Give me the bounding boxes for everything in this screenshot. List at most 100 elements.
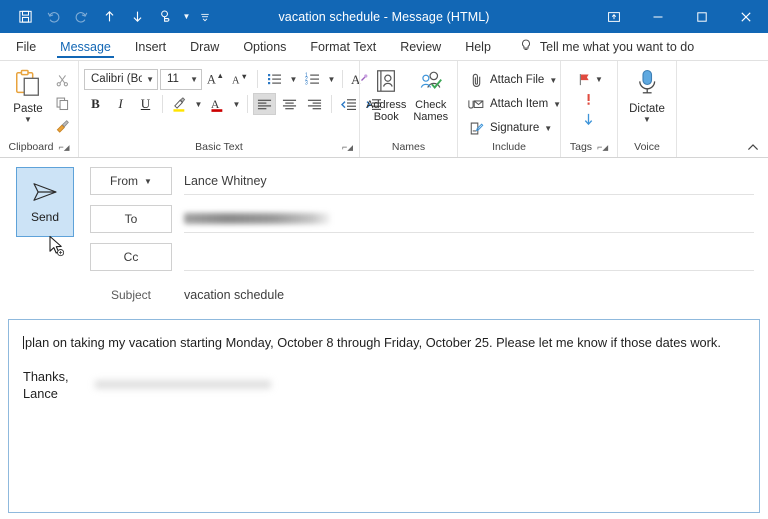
address-book-button[interactable]: Address Book xyxy=(365,65,408,123)
customize-quick-access-toolbar-icon[interactable] xyxy=(195,5,215,29)
from-value[interactable]: Lance Whitney xyxy=(184,167,754,195)
font-name-combobox[interactable]: Calibri (Bo ▼ xyxy=(84,68,158,90)
ribbon-display-options-icon[interactable] xyxy=(592,0,636,33)
tab-message[interactable]: Message xyxy=(48,33,123,60)
tab-format-text[interactable]: Format Text xyxy=(298,33,388,60)
body-paragraph-1-text: plan on taking my vacation starting Mond… xyxy=(25,335,721,350)
check-names-label-1: Check xyxy=(415,99,447,111)
numbering-icon[interactable]: 1 2 3 xyxy=(301,68,324,90)
highlight-dropdown-icon[interactable]: ▼ xyxy=(193,93,204,115)
close-icon[interactable] xyxy=(724,0,768,33)
tab-draw[interactable]: Draw xyxy=(178,33,231,60)
divider xyxy=(331,95,332,113)
divider xyxy=(162,95,163,113)
copy-icon xyxy=(53,94,71,112)
font-size-dropdown-icon[interactable]: ▼ xyxy=(186,75,198,84)
highlight-icon[interactable] xyxy=(168,93,191,115)
touch-mode-icon[interactable] xyxy=(152,5,178,29)
cut-button[interactable] xyxy=(51,69,73,91)
lightbulb-icon xyxy=(519,38,533,56)
signature-button[interactable]: Signature ▼ xyxy=(463,117,565,139)
decrease-indent-icon[interactable] xyxy=(337,93,360,115)
address-book-label-1: Address xyxy=(366,99,407,111)
attach-file-button[interactable]: Attach File ▼ xyxy=(463,69,565,91)
attach-item-button[interactable]: Attach Item ▼ xyxy=(463,93,565,115)
from-row: From ▼ Lance Whitney xyxy=(90,167,754,205)
ribbon: Paste ▼ Clipboard ⌐ ◢ Calibri (Bo ▼ 11 ▼… xyxy=(0,61,768,158)
align-right-icon[interactable] xyxy=(303,93,326,115)
send-label: Send xyxy=(30,209,60,224)
touch-mode-dropdown-icon[interactable]: ▼ xyxy=(180,5,193,29)
message-header: Send From ▼ Lance Whitney To Cc Subject … xyxy=(0,158,768,313)
voice-label-text: Voice xyxy=(634,141,660,153)
tell-me-search[interactable]: Tell me what you want to do xyxy=(519,33,694,60)
tab-review[interactable]: Review xyxy=(388,33,453,60)
font-color-dropdown-icon[interactable]: ▼ xyxy=(231,93,242,115)
paste-dropdown-icon[interactable]: ▼ xyxy=(24,116,32,124)
maximize-icon[interactable] xyxy=(680,0,724,33)
font-color-icon[interactable]: A xyxy=(206,93,229,115)
address-book-label-2: Book xyxy=(373,111,399,123)
divider xyxy=(247,95,248,113)
follow-up-button[interactable]: ▼ xyxy=(574,69,604,89)
clipboard-dialog-launcher-icon[interactable]: ⌐ ◢ xyxy=(58,142,69,152)
from-button[interactable]: From ▼ xyxy=(90,167,172,195)
outlook-compose-window: ▼ vacation schedule - Message (HTML) Fil… xyxy=(0,0,768,519)
to-button[interactable]: To xyxy=(90,205,172,233)
follow-up-dropdown-icon[interactable]: ▼ xyxy=(595,75,603,84)
font-name-dropdown-icon[interactable]: ▼ xyxy=(142,75,154,84)
dictate-dropdown-icon[interactable]: ▼ xyxy=(643,116,651,124)
tags-label-text: Tags xyxy=(569,141,593,153)
basic-text-dialog-launcher-icon[interactable]: ⌐ ◢ xyxy=(342,142,353,152)
bullets-dropdown-icon[interactable]: ▼ xyxy=(288,68,299,90)
subject-input[interactable]: vacation schedule xyxy=(184,281,754,309)
format-painter-button[interactable] xyxy=(51,115,73,137)
copy-button[interactable] xyxy=(51,92,73,114)
cc-row: Cc xyxy=(90,243,754,281)
ribbon-tabs: File Message Insert Draw Options Format … xyxy=(0,33,768,61)
tags-dialog-launcher-icon[interactable]: ⌐ ◢ xyxy=(597,142,608,152)
bold-icon[interactable]: B xyxy=(84,93,107,115)
arrow-up-icon[interactable] xyxy=(96,5,122,29)
shrink-font-icon[interactable]: A ▼ xyxy=(229,68,252,90)
redo-icon[interactable] xyxy=(68,5,94,29)
message-body[interactable]: plan on taking my vacation starting Mond… xyxy=(9,320,759,402)
dictate-button[interactable]: Dictate ▼ xyxy=(623,65,671,124)
to-row: To xyxy=(90,205,754,243)
send-button[interactable]: Send xyxy=(16,167,74,237)
cc-button[interactable]: Cc xyxy=(90,243,172,271)
underline-icon[interactable]: U xyxy=(134,93,157,115)
check-names-button[interactable]: Check Names xyxy=(410,65,453,123)
save-icon[interactable] xyxy=(12,5,38,29)
from-label: From xyxy=(110,174,139,188)
high-importance-button[interactable] xyxy=(579,89,599,109)
to-input[interactable] xyxy=(184,205,754,233)
arrow-down-icon[interactable] xyxy=(124,5,150,29)
tab-options[interactable]: Options xyxy=(231,33,298,60)
ribbon-group-names: Address Book Check Names Names xyxy=(359,61,457,157)
attach-file-dropdown-icon[interactable]: ▼ xyxy=(549,76,557,85)
grow-font-icon[interactable]: A ▲ xyxy=(204,68,227,90)
tab-help[interactable]: Help xyxy=(453,33,503,60)
align-left-icon[interactable] xyxy=(253,93,276,115)
cc-input[interactable] xyxy=(184,243,754,271)
align-center-icon[interactable] xyxy=(278,93,301,115)
check-names-icon xyxy=(418,68,444,97)
bullets-icon[interactable] xyxy=(263,68,286,90)
paste-button[interactable]: Paste ▼ xyxy=(5,65,51,124)
undo-icon[interactable] xyxy=(40,5,66,29)
low-importance-button[interactable] xyxy=(579,109,599,129)
numbering-dropdown-icon[interactable]: ▼ xyxy=(326,68,337,90)
tab-insert[interactable]: Insert xyxy=(123,33,178,60)
italic-icon[interactable]: I xyxy=(109,93,132,115)
signature-icon xyxy=(467,119,485,137)
to-label: To xyxy=(124,212,138,226)
signature-dropdown-icon[interactable]: ▼ xyxy=(544,124,552,133)
chevron-up-icon[interactable] xyxy=(744,140,762,156)
tab-file[interactable]: File xyxy=(4,33,48,60)
message-body-wrapper: plan on taking my vacation starting Mond… xyxy=(8,319,760,513)
minimize-icon[interactable] xyxy=(636,0,680,33)
from-dropdown-icon[interactable]: ▼ xyxy=(144,177,152,186)
font-size-combobox[interactable]: 11 ▼ xyxy=(160,68,202,90)
svg-text:A: A xyxy=(232,76,240,87)
